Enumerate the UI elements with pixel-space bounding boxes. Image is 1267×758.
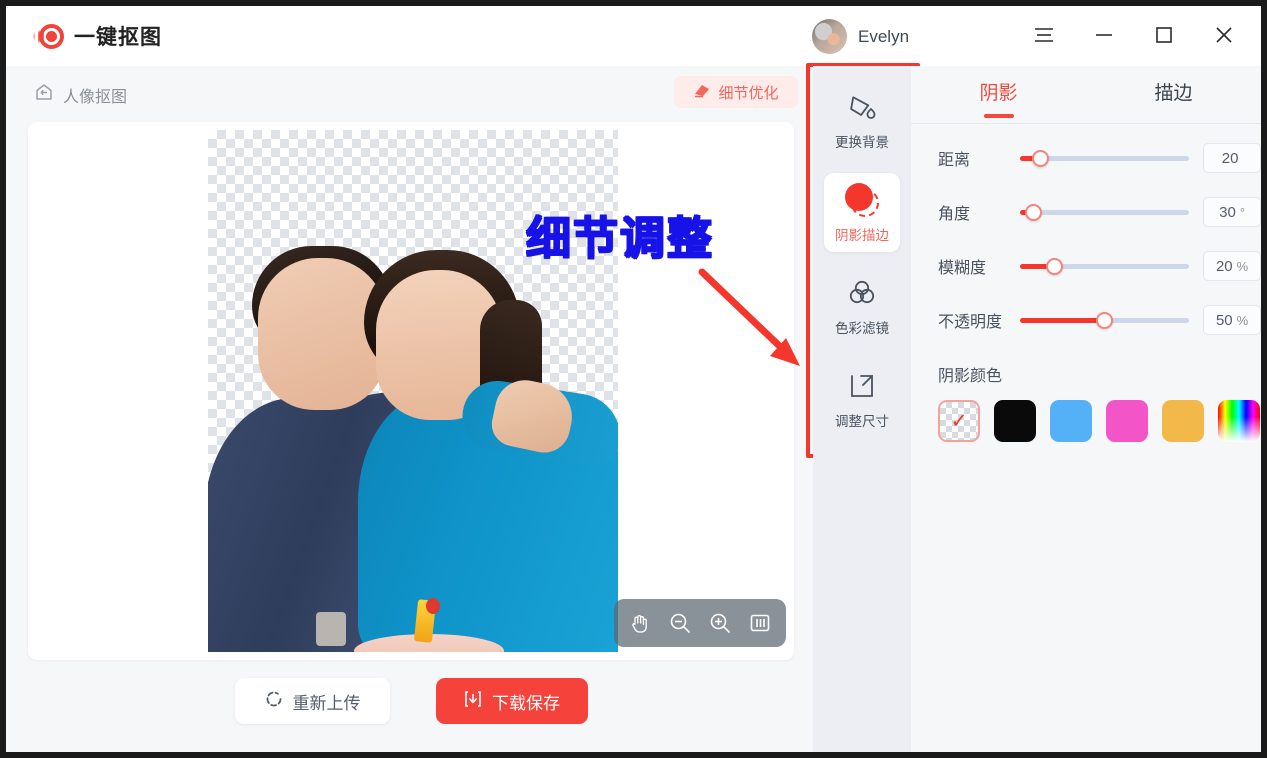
refine-detail-label: 细节优化	[718, 84, 779, 102]
reupload-button[interactable]: 重新上传	[234, 678, 390, 724]
zoom-in-icon[interactable]	[703, 606, 737, 640]
avatar[interactable]	[812, 19, 847, 54]
slider-label: 角度	[938, 206, 971, 223]
minimize-icon[interactable]	[1087, 18, 1121, 52]
slider-row-distance: 距离 20	[911, 138, 1261, 178]
pan-hand-icon[interactable]	[623, 606, 657, 640]
slider-label: 模糊度	[938, 260, 987, 277]
slider-row-angle: 角度 30 °	[911, 192, 1261, 232]
sidebar-item-change-background[interactable]: 更换背景	[824, 80, 900, 159]
angle-value-input[interactable]: 30 °	[1203, 197, 1261, 227]
value-unit: %	[1236, 258, 1249, 274]
sidebar-item-label: 调整尺寸	[835, 414, 889, 429]
sidebar-item-shadow-stroke[interactable]: 阴影描边	[824, 173, 900, 252]
annotation-arrow-icon	[698, 268, 800, 366]
distance-value-input[interactable]: 20	[1203, 143, 1261, 173]
hamburger-menu-icon[interactable]	[1027, 18, 1061, 52]
slider-row-opacity: 不透明度 50 %	[911, 300, 1261, 340]
sidebar-item-label: 色彩滤镜	[835, 321, 889, 336]
swatch-rainbow-picker[interactable]	[1218, 400, 1260, 442]
app-brand: 一键抠图	[28, 21, 162, 51]
download-label: 下载保存	[492, 693, 560, 713]
value-unit: °	[1239, 204, 1246, 220]
download-save-button[interactable]: 下载保存	[435, 678, 588, 724]
canvas-zoom-toolbar	[614, 599, 786, 647]
swatch-orange[interactable]	[1162, 400, 1204, 442]
breadcrumb-label: 人像抠图	[63, 88, 128, 106]
tab-shadow[interactable]: 阴影	[911, 78, 1086, 111]
action-bar: 重新上传 下载保存	[28, 678, 794, 724]
shadow-color-swatches: ✓	[938, 400, 1261, 442]
refresh-icon	[264, 689, 284, 714]
title-bar: 一键抠图 Evelyn	[6, 6, 1261, 66]
blur-value-input[interactable]: 20 %	[1203, 251, 1261, 281]
distance-slider[interactable]	[1019, 148, 1190, 168]
value-text: 20	[1215, 257, 1233, 275]
value-text: 20	[1221, 149, 1239, 167]
app-title: 一键抠图	[74, 26, 162, 49]
shadow-stroke-icon	[845, 183, 879, 217]
user-name: Evelyn	[858, 26, 910, 46]
resize-icon	[846, 369, 878, 403]
value-text: 30	[1219, 203, 1236, 221]
maximize-icon[interactable]	[1147, 18, 1181, 52]
app-window: 一键抠图 Evelyn 人像抠图 细节优化 细节调整 更换背景 阴影描边 色彩滤…	[6, 6, 1261, 752]
home-back-icon	[34, 82, 54, 107]
opacity-value-input[interactable]: 50 %	[1203, 305, 1261, 335]
fit-screen-icon[interactable]	[743, 606, 777, 640]
slider-label: 不透明度	[938, 314, 1003, 331]
check-icon: ✓	[950, 410, 968, 433]
sidebar-item-color-filter[interactable]: 色彩滤镜	[824, 266, 900, 345]
slider-label: 距离	[938, 152, 971, 169]
tool-sidebar: 更换背景 阴影描边 色彩滤镜 调整尺寸	[813, 66, 911, 752]
eraser-icon	[693, 81, 711, 103]
breadcrumb[interactable]: 人像抠图	[34, 82, 127, 107]
swatch-blue[interactable]	[1050, 400, 1092, 442]
sidebar-item-label: 更换背景	[835, 135, 889, 150]
sidebar-item-label: 阴影描边	[835, 228, 889, 243]
blur-slider[interactable]	[1019, 256, 1190, 276]
properties-panel: 阴影 描边 距离 20 角度 30 ° 模糊度 20 % 不透明度 50 % 阴…	[911, 66, 1261, 752]
value-unit: %	[1236, 312, 1249, 328]
app-logo-icon	[28, 21, 64, 51]
paint-bucket-icon	[846, 90, 878, 124]
swatch-black[interactable]	[994, 400, 1036, 442]
value-text: 50	[1215, 311, 1233, 329]
slider-row-blur: 模糊度 20 %	[911, 246, 1261, 286]
user-block[interactable]: Evelyn	[812, 19, 909, 54]
shadow-color-title: 阴影颜色	[938, 368, 1003, 385]
annotation-text: 细节调整	[526, 213, 715, 264]
color-filter-icon	[846, 276, 878, 310]
window-controls	[1027, 18, 1241, 52]
swatch-transparent[interactable]: ✓	[938, 400, 980, 442]
close-icon[interactable]	[1207, 18, 1241, 52]
opacity-slider[interactable]	[1019, 310, 1190, 330]
zoom-out-icon[interactable]	[663, 606, 697, 640]
reupload-label: 重新上传	[292, 693, 361, 713]
refine-detail-button[interactable]: 细节优化	[674, 76, 798, 108]
angle-slider[interactable]	[1019, 202, 1190, 222]
download-icon	[463, 689, 483, 714]
tab-stroke[interactable]: 描边	[1086, 78, 1261, 111]
sidebar-item-resize[interactable]: 调整尺寸	[824, 359, 900, 438]
swatch-pink[interactable]	[1106, 400, 1148, 442]
panel-tabs: 阴影 描边	[911, 66, 1261, 124]
